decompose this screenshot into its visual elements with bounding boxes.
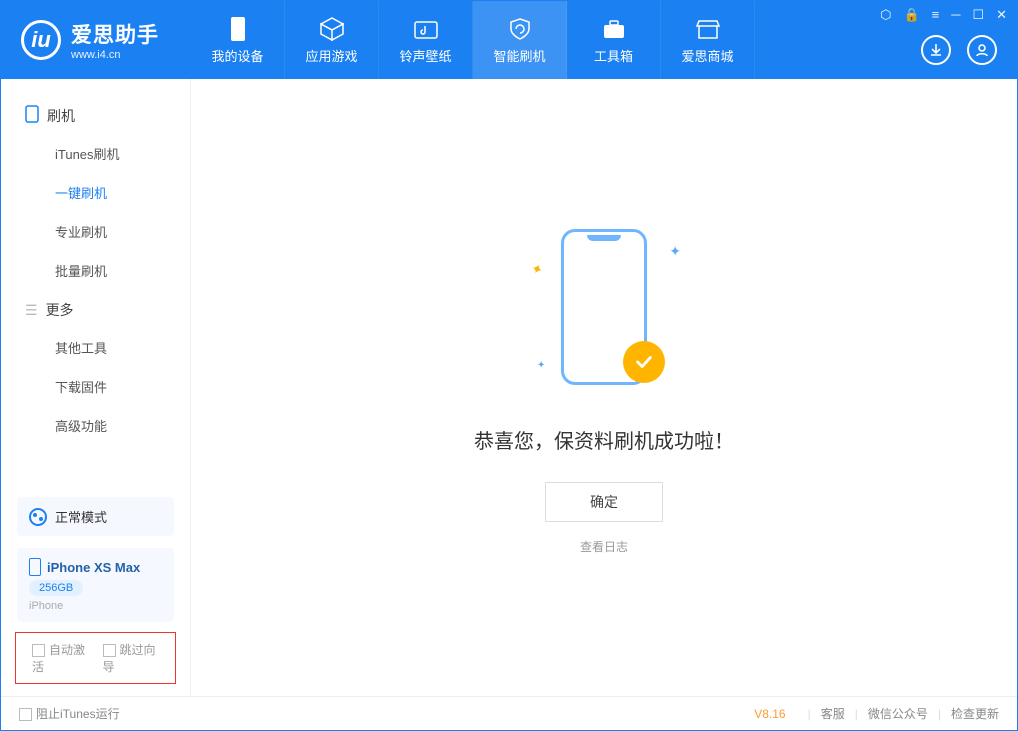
checkmark-badge-icon (623, 341, 665, 383)
nav-label: 智能刷机 (493, 46, 545, 65)
group-title: 更多 (46, 300, 74, 320)
nav-apps[interactable]: 应用游戏 (285, 1, 379, 79)
group-title: 刷机 (47, 106, 75, 126)
device-icon (223, 16, 253, 42)
lock-icon[interactable]: 🔒 (903, 7, 919, 23)
footer-link-support[interactable]: 客服 (821, 705, 845, 722)
logo[interactable]: iu 爱思助手 www.i4.cn (1, 19, 191, 61)
phone-icon (29, 558, 41, 576)
sidebar-item-advanced[interactable]: 高级功能 (1, 406, 190, 445)
logo-text: 爱思助手 www.i4.cn (71, 19, 159, 61)
checkbox-icon (19, 708, 32, 721)
nav-ringtones[interactable]: 铃声壁纸 (379, 1, 473, 79)
sparkle-icon: ✦ (537, 360, 545, 371)
device-name-row: iPhone XS Max (29, 558, 162, 576)
mode-box[interactable]: 正常模式 (17, 497, 174, 536)
nav-label: 铃声壁纸 (399, 46, 451, 65)
app-name: 爱思助手 (71, 19, 159, 49)
sidebar-group-more: ☰ 更多 (1, 300, 190, 320)
footer: 阻止iTunes运行 V8.16 | 客服 | 微信公众号 | 检查更新 (1, 696, 1017, 730)
refresh-shield-icon (505, 16, 535, 42)
sidebar-item-oneclick-flash[interactable]: 一键刷机 (1, 173, 190, 212)
sidebar-item-itunes-flash[interactable]: iTunes刷机 (1, 134, 190, 173)
success-illustration: ✦ ✦ ✦ (549, 221, 659, 401)
sparkle-icon: ✦ (528, 259, 545, 279)
skip-guide-checkbox[interactable]: 跳过向导 (103, 641, 160, 675)
sidebar: 刷机 iTunes刷机 一键刷机 专业刷机 批量刷机 ☰ 更多 其他工具 下载固… (1, 79, 191, 696)
mode-label: 正常模式 (55, 507, 107, 526)
sidebar-item-batch-flash[interactable]: 批量刷机 (1, 251, 190, 290)
ok-button[interactable]: 确定 (545, 482, 663, 522)
nav: 我的设备 应用游戏 铃声壁纸 智能刷机 工具箱 爱思商城 (191, 1, 755, 79)
footer-left: 阻止iTunes运行 (19, 705, 754, 722)
nav-store[interactable]: 爱思商城 (661, 1, 755, 79)
checkbox-label: 阻止iTunes运行 (36, 707, 120, 721)
window-controls: ⬡ 🔒 ≡ ─ ☐ ✕ (880, 7, 1007, 23)
device-type: iPhone (29, 600, 162, 612)
header: iu 爱思助手 www.i4.cn 我的设备 应用游戏 铃声壁纸 智能刷机 工具… (1, 1, 1017, 79)
menu-icon[interactable]: ≡ (932, 7, 940, 23)
version-label: V8.16 (754, 707, 785, 721)
sidebar-item-download-firmware[interactable]: 下载固件 (1, 367, 190, 406)
download-button[interactable] (921, 35, 951, 65)
nav-my-device[interactable]: 我的设备 (191, 1, 285, 79)
close-button[interactable]: ✕ (996, 7, 1007, 23)
nav-flash[interactable]: 智能刷机 (473, 1, 567, 79)
maximize-button[interactable]: ☐ (972, 7, 984, 23)
nav-toolbox[interactable]: 工具箱 (567, 1, 661, 79)
cube-icon (317, 16, 347, 42)
tshirt-icon[interactable]: ⬡ (880, 7, 891, 23)
sidebar-item-pro-flash[interactable]: 专业刷机 (1, 212, 190, 251)
nav-label: 应用游戏 (305, 46, 357, 65)
nav-label: 我的设备 (211, 46, 263, 65)
body: 刷机 iTunes刷机 一键刷机 专业刷机 批量刷机 ☰ 更多 其他工具 下载固… (1, 79, 1017, 696)
footer-right: V8.16 | 客服 | 微信公众号 | 检查更新 (754, 705, 999, 722)
phone-icon (25, 105, 39, 126)
auto-activate-checkbox[interactable]: 自动激活 (32, 641, 89, 675)
device-box[interactable]: iPhone XS Max 256GB iPhone (17, 548, 174, 622)
sidebar-group-flash: 刷机 (1, 105, 190, 126)
logo-icon: iu (21, 20, 61, 60)
footer-link-wechat[interactable]: 微信公众号 (868, 705, 928, 722)
checkbox-icon (103, 644, 116, 657)
store-icon (693, 16, 723, 42)
device-name: iPhone XS Max (47, 560, 140, 575)
app-url: www.i4.cn (71, 49, 159, 61)
user-button[interactable] (967, 35, 997, 65)
sparkle-icon: ✦ (669, 243, 681, 260)
block-itunes-checkbox[interactable]: 阻止iTunes运行 (19, 705, 120, 722)
checkbox-icon (32, 644, 45, 657)
minimize-button[interactable]: ─ (951, 7, 960, 23)
checkbox-row: 自动激活 跳过向导 (15, 632, 176, 684)
main-content: ✦ ✦ ✦ 恭喜您，保资料刷机成功啦！ 确定 查看日志 (191, 79, 1017, 696)
device-storage: 256GB (29, 580, 83, 596)
toolbox-icon (599, 16, 629, 42)
sidebar-item-other-tools[interactable]: 其他工具 (1, 328, 190, 367)
header-actions (921, 35, 997, 65)
success-message: 恭喜您，保资料刷机成功啦！ (474, 425, 734, 454)
nav-label: 工具箱 (594, 46, 633, 65)
nav-label: 爱思商城 (681, 46, 733, 65)
menu-icon: ☰ (25, 302, 38, 319)
music-folder-icon (411, 16, 441, 42)
view-log-link[interactable]: 查看日志 (580, 538, 628, 555)
footer-link-update[interactable]: 检查更新 (951, 705, 999, 722)
mode-icon (29, 508, 47, 526)
